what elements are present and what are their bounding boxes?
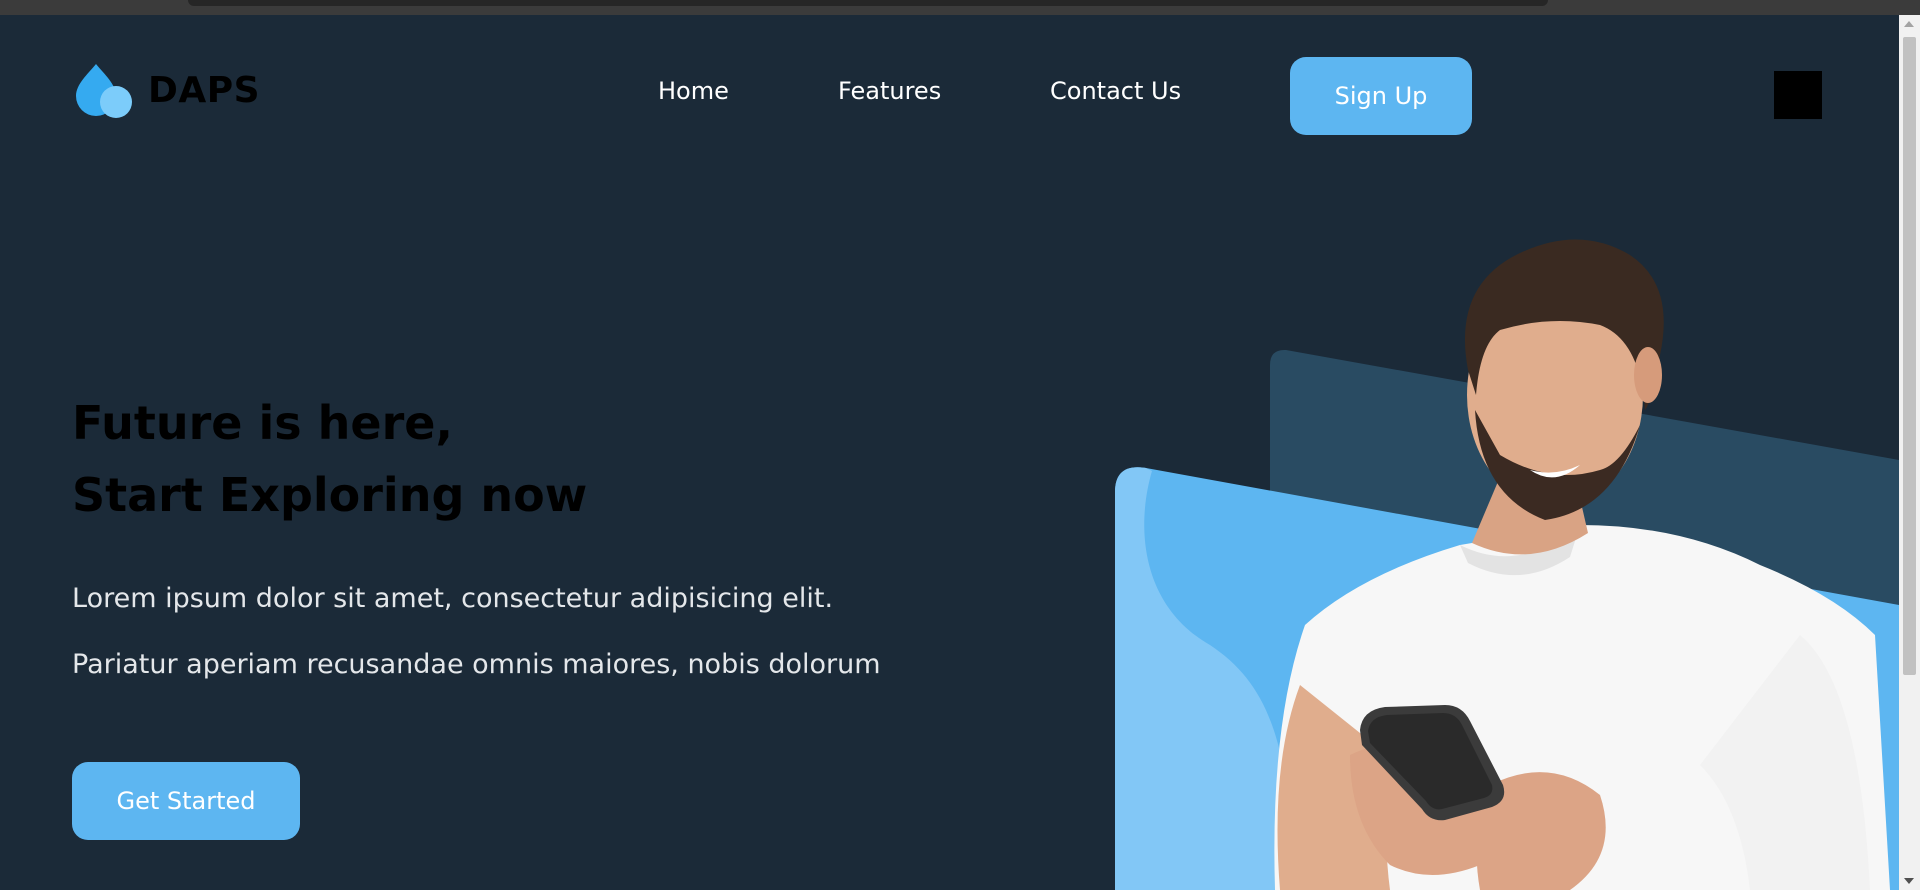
scroll-up-arrow-icon[interactable] [1904,21,1914,27]
signup-button[interactable]: Sign Up [1290,57,1472,135]
vertical-scrollbar[interactable] [1899,15,1920,890]
hero-title-line-1: Future is here, [72,396,453,450]
droplets-icon [72,62,134,118]
menu-square-icon[interactable] [1774,71,1822,119]
hero-paragraph-2: Pariatur aperiam recusandae omnis maiore… [72,649,881,680]
hero-title-line-2: Start Exploring now [72,468,588,522]
nav-contact[interactable]: Contact Us [1050,77,1181,105]
scrollbar-thumb[interactable] [1903,37,1916,675]
scroll-down-arrow-icon[interactable] [1904,878,1914,884]
get-started-button[interactable]: Get Started [72,762,300,840]
logo[interactable]: DAPS [72,62,260,118]
hero-illustration [1100,165,1899,890]
browser-top-strip [0,0,1920,15]
hero-paragraph-1: Lorem ipsum dolor sit amet, consectetur … [72,583,834,614]
hero-illustration-svg [1115,239,1899,890]
browser-tab-bar [188,0,1548,6]
hero-title: Future is here, Start Exploring now [72,387,587,531]
landing-page: DAPS Home Features Contact Us Sign Up Fu… [0,15,1899,890]
brand-name: DAPS [148,69,261,111]
nav-home[interactable]: Home [658,77,729,105]
nav-features[interactable]: Features [838,77,941,105]
